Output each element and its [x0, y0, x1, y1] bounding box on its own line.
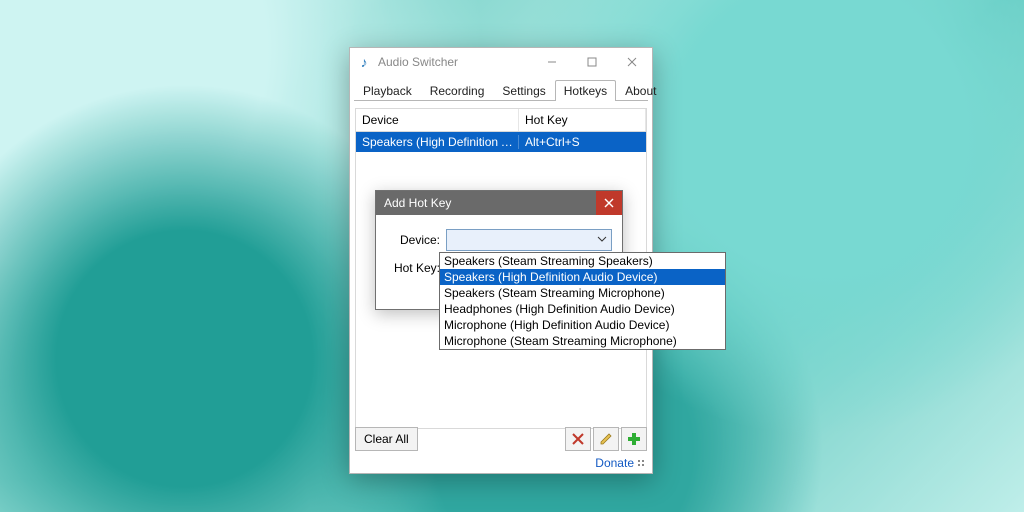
tab-settings[interactable]: Settings [493, 80, 554, 101]
titlebar[interactable]: ♪ Audio Switcher [350, 48, 652, 76]
resize-grip-icon[interactable] [638, 460, 644, 466]
dropdown-option[interactable]: Speakers (Steam Streaming Microphone) [440, 285, 725, 301]
dropdown-option[interactable]: Microphone (High Definition Audio Device… [440, 317, 725, 333]
edit-icon [599, 432, 613, 446]
tab-recording[interactable]: Recording [421, 80, 494, 101]
dialog-title: Add Hot Key [384, 196, 451, 210]
clear-all-button[interactable]: Clear All [355, 427, 418, 451]
tab-playback[interactable]: Playback [354, 80, 421, 101]
donate-link[interactable]: Donate [595, 456, 644, 470]
app-icon: ♪ [356, 54, 372, 70]
edit-button[interactable] [593, 427, 619, 451]
dropdown-option[interactable]: Speakers (Steam Streaming Speakers) [440, 253, 725, 269]
minimize-button[interactable] [532, 48, 572, 76]
footer-toolbar: Clear All [355, 427, 647, 451]
table-header: Device Hot Key [356, 109, 646, 132]
add-button[interactable] [621, 427, 647, 451]
maximize-button[interactable] [572, 48, 612, 76]
tab-hotkeys[interactable]: Hotkeys [555, 80, 616, 101]
delete-icon [571, 432, 585, 446]
chevron-down-icon [597, 234, 607, 244]
cell-hotkey: Alt+Ctrl+S [519, 135, 646, 149]
tab-strip: Playback Recording Settings Hotkeys Abou… [350, 78, 652, 100]
close-icon [604, 198, 614, 208]
table-row[interactable]: Speakers (High Definition A... Alt+Ctrl+… [356, 132, 646, 152]
cell-device: Speakers (High Definition A... [356, 135, 519, 149]
add-icon [627, 432, 641, 446]
dialog-close-button[interactable] [596, 191, 622, 215]
dropdown-option[interactable]: Speakers (High Definition Audio Device) [440, 269, 725, 285]
column-hotkey[interactable]: Hot Key [519, 109, 646, 131]
window-title: Audio Switcher [378, 55, 458, 69]
close-button[interactable] [612, 48, 652, 76]
device-dropdown[interactable]: Speakers (Steam Streaming Speakers) Spea… [439, 252, 726, 350]
tab-about[interactable]: About [616, 80, 665, 101]
dropdown-option[interactable]: Microphone (Steam Streaming Microphone) [440, 333, 725, 349]
hotkey-label: Hot Key: [386, 261, 440, 275]
delete-button[interactable] [565, 427, 591, 451]
dialog-titlebar[interactable]: Add Hot Key [376, 191, 622, 215]
column-device[interactable]: Device [356, 109, 519, 131]
device-combobox[interactable] [446, 229, 612, 251]
dropdown-option[interactable]: Headphones (High Definition Audio Device… [440, 301, 725, 317]
device-label: Device: [386, 233, 440, 247]
